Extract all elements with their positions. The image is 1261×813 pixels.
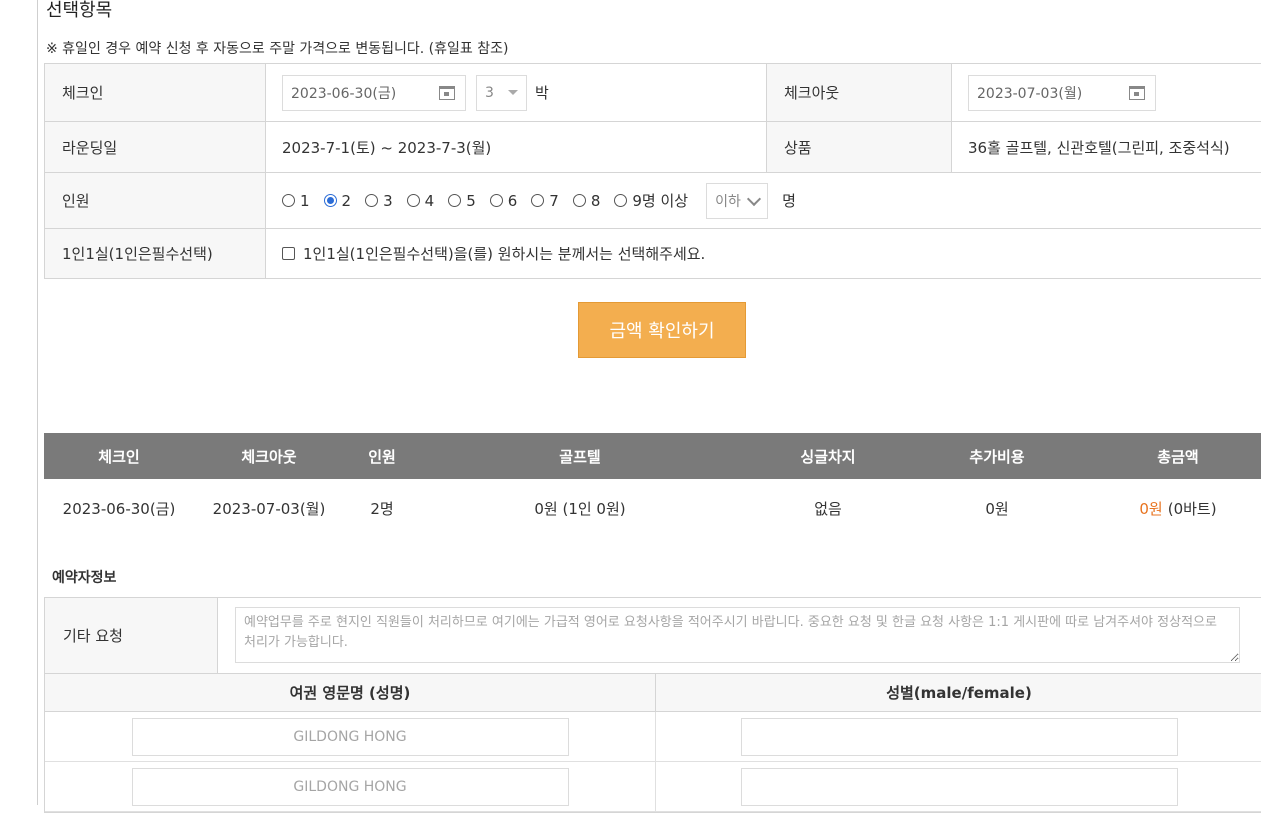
people-label: 인원 — [44, 173, 266, 228]
section-title: 선택항목 — [46, 0, 113, 21]
rounding-label: 라운딩일 — [44, 122, 266, 172]
people-extra-value: 이하 — [715, 193, 741, 210]
gender-input[interactable] — [740, 767, 1178, 806]
passport-row — [45, 712, 1261, 762]
request-textarea[interactable] — [235, 607, 1240, 663]
summary-golftel: 0원 (1인 0원) — [534, 499, 626, 518]
summary-total: 0원 (0바트) — [1078, 479, 1261, 537]
product-label: 상품 — [766, 122, 952, 172]
radio-circle-icon[interactable] — [614, 194, 628, 207]
people-extra-select[interactable]: 이하 — [706, 182, 769, 219]
people-unit: 명 — [782, 192, 796, 210]
summary-header-extra: 추가비용 — [969, 447, 1025, 466]
people-radio-7[interactable]: 7 — [531, 192, 559, 210]
single-room-checkbox-label[interactable]: 1인1실(1인은필수선택)을(를) 원하시는 분께서는 선택해주세요. — [303, 243, 705, 264]
radio-circle-icon[interactable] — [365, 194, 379, 207]
summary-extra: 0원 — [985, 499, 1009, 518]
single-room-label: 1인1실(1인은필수선택) — [44, 229, 266, 278]
checkout-date-value: 2023-07-03(월) — [977, 85, 1083, 102]
people-radio-8[interactable]: 8 — [572, 191, 601, 210]
people-radio-label: 7 — [549, 191, 559, 210]
summary-row: 2023-06-30(금) 2023-07-03(월) 2명 0원 (1인 0원… — [44, 479, 1261, 537]
summary-checkin: 2023-06-30(금) — [62, 499, 176, 518]
people-radio-6[interactable]: 6 — [489, 191, 518, 210]
people-radio-label: 8 — [590, 191, 601, 210]
summary-header-people: 인원 — [368, 447, 396, 466]
people-radio-9[interactable]: 9명 이상 — [614, 190, 688, 211]
people-radio-2[interactable]: 2 — [323, 191, 352, 210]
single-room-cell: 1인1실(1인은필수선택)을(를) 원하시는 분께서는 선택해주세요. — [266, 229, 705, 278]
summary-single: 없음 — [814, 499, 842, 518]
nights-unit: 박 — [535, 84, 549, 102]
checkout-date-input[interactable]: 2023-07-03(월) — [968, 74, 1156, 111]
people-radio-3[interactable]: 3 — [365, 192, 393, 210]
summary-checkout: 2023-07-03(월) — [212, 499, 326, 518]
calendar-icon[interactable] — [1129, 85, 1145, 100]
rounding-row: 라운딩일 2023-7-1(토) ~ 2023-7-3(월) 상품 36홀 골프… — [44, 122, 1261, 173]
summary-header-checkin: 체크인 — [98, 447, 140, 466]
summary-header-single: 싱글차지 — [800, 447, 856, 466]
checkin-date-input[interactable]: 2023-06-30(금) — [282, 74, 466, 111]
summary-header-checkout: 체크아웃 — [241, 447, 297, 466]
people-radio-1[interactable]: 1 — [282, 192, 310, 210]
checkin-date-value: 2023-06-30(금) — [291, 85, 397, 102]
single-room-row: 1인1실(1인은필수선택) 1인1실(1인은필수선택)을(를) 원하시는 분께서… — [44, 229, 1261, 279]
radio-circle-icon[interactable] — [282, 194, 295, 207]
nights-value: 3 — [485, 84, 494, 101]
people-radio-4[interactable]: 4 — [406, 191, 435, 210]
people-radio-label: 3 — [383, 191, 393, 210]
gender-input[interactable] — [740, 717, 1178, 756]
passport-name-header: 여권 영문명 (성명) — [45, 674, 656, 711]
checkin-label: 체크인 — [44, 64, 266, 121]
radio-circle-icon[interactable] — [531, 194, 545, 207]
radio-circle-icon[interactable] — [323, 194, 337, 207]
people-radio-5[interactable]: 5 — [448, 192, 476, 210]
people-radio-label: 6 — [507, 191, 518, 210]
summary-header: 체크인 체크아웃 인원 골프텔 싱글차지 추가비용 총금액 — [44, 433, 1261, 479]
checkin-cell: 2023-06-30(금) 3 박 — [266, 64, 766, 121]
holiday-notice: ※ 휴일인 경우 예약 신청 후 자동으로 주말 가격으로 변동됩니다. (휴일… — [46, 41, 509, 57]
chevron-down-icon — [747, 191, 762, 206]
nights-select[interactable]: 3 — [476, 74, 527, 111]
left-divider — [37, 0, 38, 805]
people-radio-label: 2 — [341, 191, 352, 210]
summary-total-baht: (0바트) — [1167, 499, 1217, 518]
radio-circle-icon[interactable] — [406, 194, 420, 207]
people-row: 인원 1 2 3 4 5 6 7 8 9명 이상 이하 명 — [44, 173, 1261, 229]
people-radio-label: 4 — [424, 191, 435, 210]
reservation-info-title: 예약자정보 — [52, 570, 117, 586]
radio-circle-icon[interactable] — [448, 194, 462, 207]
passport-header: 여권 영문명 (성명) 성별(male/female) — [45, 674, 1261, 712]
people-radio-label: 1 — [300, 191, 310, 210]
rounding-value: 2023-7-1(토) ~ 2023-7-3(월) — [282, 138, 492, 157]
passport-name-input[interactable] — [131, 767, 569, 806]
radio-circle-icon[interactable] — [489, 194, 503, 207]
caret-down-icon — [508, 90, 518, 95]
checkout-label: 체크아웃 — [766, 64, 952, 121]
single-room-checkbox[interactable] — [282, 247, 295, 260]
passport-gender-header: 성별(male/female) — [886, 684, 1032, 702]
people-radio-label: 9명 이상 — [632, 192, 689, 210]
passport-name-input[interactable] — [131, 717, 569, 756]
people-cell: 1 2 3 4 5 6 7 8 9명 이상 이하 명 — [266, 173, 796, 228]
product-value: 36홀 골프텔, 신관호텔(그린피, 조중석식) — [968, 138, 1230, 157]
summary-header-total: 총금액 — [1157, 447, 1199, 466]
radio-circle-icon[interactable] — [572, 194, 586, 207]
checkout-cell: 2023-07-03(월) — [952, 64, 1156, 121]
summary-people: 2명 — [370, 499, 394, 518]
passport-table: 여권 영문명 (성명) 성별(male/female) — [44, 673, 1261, 813]
request-label: 기타 요청 — [44, 598, 218, 673]
calendar-icon[interactable] — [439, 85, 455, 100]
summary-total-won: 0원 — [1139, 499, 1163, 518]
check-price-button[interactable]: 금액 확인하기 — [578, 302, 746, 358]
checkin-row: 체크인 2023-06-30(금) 3 박 체크아웃 2023-07-03(월) — [44, 64, 1261, 122]
people-radio-label: 5 — [466, 191, 476, 210]
summary-header-golftel: 골프텔 — [559, 447, 601, 466]
booking-table: 체크인 2023-06-30(금) 3 박 체크아웃 2023-07-03(월)… — [44, 63, 1261, 279]
request-row: 기타 요청 — [44, 597, 1261, 674]
